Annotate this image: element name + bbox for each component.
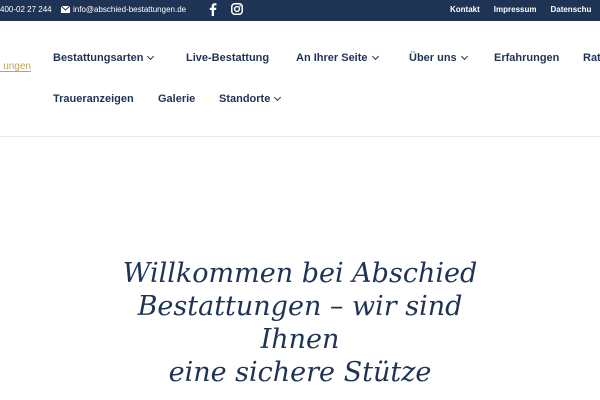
top-link-datenschutz[interactable]: Datenschu: [550, 5, 591, 14]
nav-item-rat[interactable]: Rat: [583, 52, 600, 64]
nav-label: Über uns: [409, 52, 457, 64]
main-header: ungen Bestattungsarten Live-Bestattung A…: [0, 21, 600, 137]
logo[interactable]: ungen: [0, 61, 31, 75]
nav-item-an-ihrer-seite[interactable]: An Ihrer Seite: [296, 52, 379, 64]
nav-label: Galerie: [158, 93, 196, 105]
nav-label: Traueranzeigen: [53, 93, 134, 105]
email-address: info@abschied-bestattungen.de: [73, 5, 187, 14]
hero-heading-line-2: Bestattungen – wir sind Ihnen: [137, 291, 463, 355]
instagram-icon[interactable]: [231, 3, 243, 15]
top-links: Kontakt Impressum Datenschu: [450, 5, 600, 14]
nav-label: Live-Bestattung: [186, 52, 270, 64]
envelope-icon: [61, 6, 70, 13]
top-bar: 400-02 27 244 info@abschied-bestattungen…: [0, 0, 600, 21]
top-link-kontakt[interactable]: Kontakt: [450, 5, 480, 14]
nav-item-ueber-uns[interactable]: Über uns: [409, 52, 468, 64]
hero-heading-line-3: eine sichere Stütze: [168, 357, 432, 388]
phone-number[interactable]: 400-02 27 244: [0, 5, 52, 14]
top-link-impressum[interactable]: Impressum: [494, 5, 537, 14]
chevron-down-icon: [274, 93, 282, 101]
nav-label: Rat: [583, 52, 600, 64]
hero-heading: Willkommen bei Abschied Bestattungen – w…: [100, 257, 500, 389]
nav-label: An Ihrer Seite: [296, 52, 368, 64]
nav-item-erfahrungen[interactable]: Erfahrungen: [494, 52, 559, 64]
facebook-icon[interactable]: [209, 3, 217, 16]
nav-label: Bestattungsarten: [53, 52, 144, 64]
logo-underline: [0, 71, 31, 72]
nav-item-galerie[interactable]: Galerie: [158, 93, 195, 105]
nav-item-standorte[interactable]: Standorte: [219, 93, 282, 105]
nav-label: Erfahrungen: [494, 52, 560, 64]
chevron-down-icon: [147, 52, 155, 60]
hero-heading-line-1: Willkommen bei Abschied: [122, 258, 478, 289]
chevron-down-icon: [371, 52, 379, 60]
nav-label: Standorte: [219, 93, 271, 105]
nav-item-live-bestattung[interactable]: Live-Bestattung: [186, 52, 269, 64]
nav-item-traueranzeigen[interactable]: Traueranzeigen: [53, 93, 134, 105]
email-link[interactable]: info@abschied-bestattungen.de: [61, 5, 186, 14]
nav-item-bestattungsarten[interactable]: Bestattungsarten: [53, 52, 155, 64]
chevron-down-icon: [460, 52, 468, 60]
